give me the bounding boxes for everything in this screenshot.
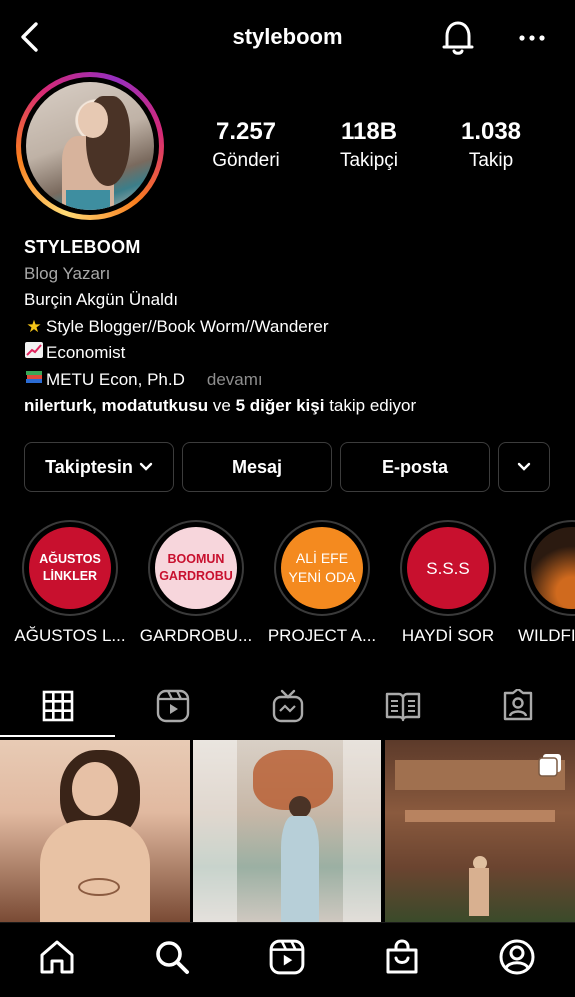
home-icon xyxy=(38,938,76,981)
following-button[interactable]: Takiptesin xyxy=(24,442,174,492)
stat-posts[interactable]: 7.257 Gönderi xyxy=(191,118,301,172)
nav-shop[interactable] xyxy=(382,936,422,982)
highlight-item[interactable]: ALİ EFE YENİ ODA PROJECT A... xyxy=(260,520,384,646)
tab-igtv[interactable] xyxy=(230,680,345,736)
stat-following-value: 1.038 xyxy=(460,118,522,145)
highlight-ring: S.S.S xyxy=(400,520,496,616)
highlight-cover-text: AĞUSTOS xyxy=(39,552,101,566)
tab-reels[interactable] xyxy=(115,680,230,736)
highlight-label: WILDFI xyxy=(518,626,575,645)
avatar-border xyxy=(21,77,159,215)
highlight-cover: ALİ EFE YENİ ODA xyxy=(281,527,363,609)
highlight-item[interactable]: AĞUSTOS LİNKLER AĞUSTOS L... xyxy=(8,520,132,646)
stat-posts-label: Gönderi xyxy=(212,150,280,171)
nav-search[interactable] xyxy=(152,936,192,982)
post-thumbnail[interactable] xyxy=(0,740,190,922)
highlight-cover-text: S.S.S xyxy=(426,558,470,578)
post-thumbnail[interactable] xyxy=(385,740,575,922)
profile-category: Blog Yazarı xyxy=(24,263,111,283)
reels-icon xyxy=(269,939,305,980)
igtv-icon xyxy=(272,689,304,728)
bio-line-3: Economist xyxy=(24,340,554,367)
stat-followers[interactable]: 118B Takipçi xyxy=(314,118,424,172)
highlight-cover-text: GARDROBU xyxy=(159,569,233,583)
stat-followers-label: Takipçi xyxy=(339,150,399,171)
bio-line-2-text: Style Blogger//Book Worm//Wanderer xyxy=(46,316,329,336)
books-icon xyxy=(24,367,44,394)
chevron-down-icon xyxy=(139,462,153,472)
bio-line-4-text: METU Econ, Ph.D xyxy=(46,369,185,389)
bio-line-3-text: Economist xyxy=(46,343,126,362)
bio: STYLEBOOM Blog Yazarı Burçin Akgün Ünald… xyxy=(24,234,554,420)
highlight-cover: BOOMUN GARDROBU xyxy=(155,527,237,609)
avatar-photo xyxy=(26,82,154,210)
stat-following-label: Takip xyxy=(468,150,514,171)
grid-icon xyxy=(42,690,74,727)
bio-line-4: METU Econ, Ph.D devamı xyxy=(24,367,554,394)
highlight-label: HAYDİ SOR xyxy=(401,626,495,645)
carousel-icon xyxy=(537,752,563,783)
profile-header: styleboom xyxy=(0,0,575,76)
email-button[interactable]: E-posta xyxy=(340,442,490,492)
page-title: styleboom xyxy=(232,24,343,49)
search-icon xyxy=(153,938,191,981)
guides-icon xyxy=(385,690,421,727)
profile-icon xyxy=(498,938,536,981)
highlight-cover-text: BOOMUN xyxy=(167,552,225,566)
stat-following[interactable]: 1.038 Takip xyxy=(436,118,546,172)
highlight-item[interactable]: WILDFI xyxy=(512,520,575,646)
highlight-cover-text: ALİ EFE xyxy=(295,550,349,566)
nav-profile[interactable] xyxy=(497,936,537,982)
highlight-ring xyxy=(524,520,575,616)
followed-by-and: ve xyxy=(212,396,231,415)
bell-icon[interactable] xyxy=(440,18,476,58)
highlight-cover: S.S.S xyxy=(407,527,489,609)
highlight-item[interactable]: BOOMUN GARDROBU GARDROBU... xyxy=(134,520,258,646)
highlight-ring: BOOMUN GARDROBU xyxy=(148,520,244,616)
tab-tagged[interactable] xyxy=(460,680,575,736)
followed-by-suffix: takip ediyor xyxy=(329,396,417,415)
bio-line-1: Burçin Akgün Ünaldı xyxy=(24,290,179,309)
tab-posts-grid[interactable] xyxy=(0,680,115,736)
bio-line-2: ★ Style Blogger//Book Worm//Wanderer xyxy=(24,314,554,341)
more-horizontal-icon[interactable] xyxy=(516,24,548,52)
highlight-cover xyxy=(531,527,575,609)
suggested-accounts-button[interactable] xyxy=(498,442,550,492)
tagged-icon xyxy=(501,687,535,728)
tab-guides[interactable] xyxy=(345,680,460,736)
message-button-label: Mesaj xyxy=(231,456,283,477)
stat-followers-value: 118B xyxy=(340,118,398,145)
highlight-cover-text: YENİ ODA xyxy=(288,569,356,585)
message-button[interactable]: Mesaj xyxy=(182,442,332,492)
highlight-label: AĞUSTOS L... xyxy=(14,626,126,645)
followed-by[interactable]: nilerturk, modatutkusu ve 5 diğer kişi t… xyxy=(24,393,554,420)
chevron-down-icon xyxy=(517,462,531,472)
reels-icon xyxy=(156,689,190,728)
shop-icon xyxy=(384,938,420,981)
highlight-cover: AĞUSTOS LİNKLER xyxy=(29,527,111,609)
bio-more-link[interactable]: devamı xyxy=(207,370,263,389)
nav-reels[interactable] xyxy=(267,936,307,982)
highlight-cover-text: LİNKLER xyxy=(42,569,98,583)
highlight-label: GARDROBU... xyxy=(139,626,253,645)
highlight-label: PROJECT A... xyxy=(267,626,377,645)
following-button-label: Takiptesin xyxy=(45,456,133,477)
active-tab-indicator xyxy=(0,735,115,737)
followed-by-names: nilerturk, modatutkusu xyxy=(24,396,209,415)
post-thumbnail[interactable] xyxy=(193,740,381,922)
highlight-ring: ALİ EFE YENİ ODA xyxy=(274,520,370,616)
highlight-item[interactable]: S.S.S HAYDİ SOR xyxy=(386,520,510,646)
stat-posts-value: 7.257 xyxy=(215,118,277,145)
chart-increasing-icon xyxy=(24,340,44,367)
profile-name: STYLEBOOM xyxy=(24,237,141,257)
highlight-ring: AĞUSTOS LİNKLER xyxy=(22,520,118,616)
followed-by-others: 5 diğer kişi xyxy=(235,396,325,415)
nav-home[interactable] xyxy=(37,936,77,982)
star-icon: ★ xyxy=(26,316,42,336)
email-button-label: E-posta xyxy=(381,456,448,477)
avatar[interactable] xyxy=(16,72,164,220)
